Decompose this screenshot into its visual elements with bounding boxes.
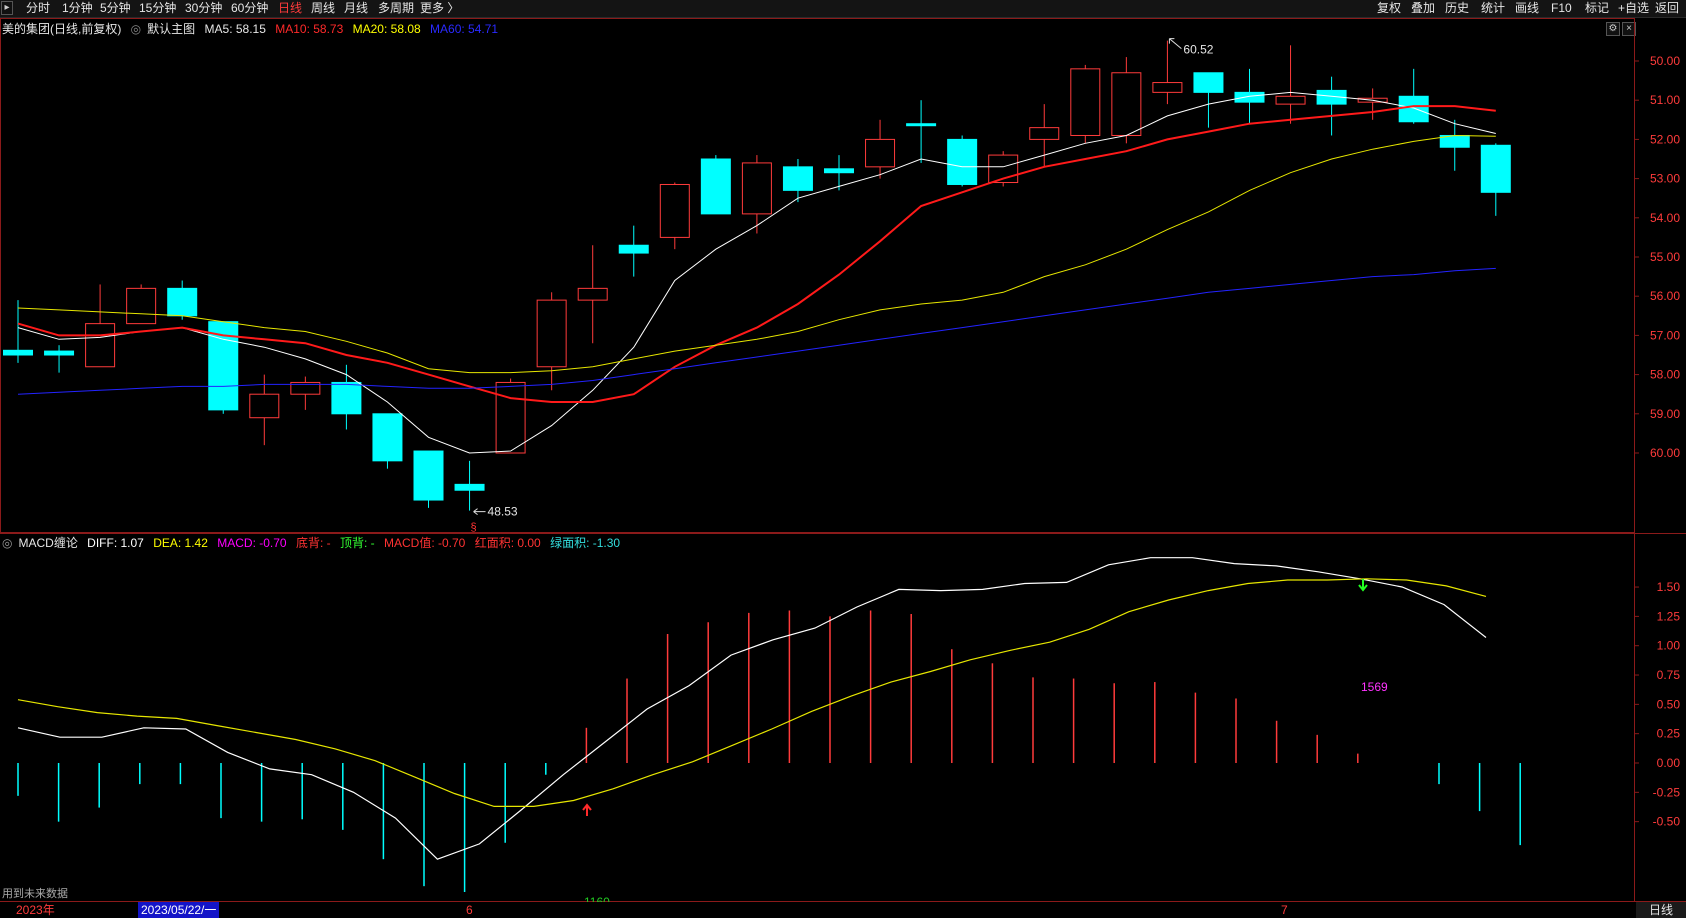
candle-body (331, 381, 362, 415)
macd-tick-label: 1.50 (1657, 580, 1681, 594)
candle-body (906, 123, 937, 127)
macd-tick-label: -0.50 (1653, 815, 1681, 829)
low-price-arrow (473, 508, 486, 516)
macd-tick-label: -0.25 (1653, 785, 1681, 799)
date-axis-bar: 2023年 2023/05/22/一 6 7 日线 (0, 902, 1686, 918)
candle-body (1152, 82, 1183, 93)
candle-body (782, 166, 813, 191)
candle-body (85, 323, 116, 368)
ma-line-ma60 (17, 267, 1496, 395)
candle-body (618, 244, 649, 254)
candle-body (495, 381, 526, 454)
candle-body (824, 168, 854, 174)
price-tick-label: 59.00 (1650, 407, 1680, 421)
candle-body (659, 183, 690, 238)
candle-body (577, 287, 608, 301)
candle-body (44, 350, 75, 356)
macd-tick-label: 0.50 (1657, 697, 1681, 711)
candle-body (741, 162, 772, 215)
candle-body (536, 299, 567, 368)
price-tick-label: 55.00 (1650, 250, 1680, 264)
candle-body (3, 349, 33, 356)
high-price-label: 60.52 (1183, 43, 1213, 57)
candle-body (167, 287, 198, 317)
macd-tick-label: 0.75 (1657, 668, 1681, 682)
macd-count-label-1569: 1569 (1361, 680, 1388, 694)
macd-line-diff (17, 557, 1487, 860)
candle-body (1398, 95, 1429, 123)
ma-line-ma5 (17, 91, 1496, 454)
candle-body (454, 483, 485, 491)
month-label-7: 7 (1281, 903, 1288, 917)
ma-line-ma10 (17, 105, 1496, 403)
golden-cross-arrow (582, 803, 592, 816)
high-price-arrow (1168, 38, 1182, 50)
candle-body (413, 450, 444, 501)
candle-body (1193, 72, 1224, 93)
candle-body (1111, 72, 1142, 136)
price-tick-label: 60.00 (1650, 446, 1680, 460)
candle-body (1029, 127, 1060, 140)
candle-body (249, 393, 280, 419)
price-tick-label: 54.00 (1650, 211, 1680, 225)
price-tick-label: 53.00 (1650, 172, 1680, 186)
price-tick-label: 56.00 (1650, 289, 1680, 303)
candle-body (947, 138, 978, 185)
candle-body (126, 287, 157, 325)
candle-body (865, 138, 896, 168)
period-button[interactable]: 日线 (1636, 902, 1686, 918)
macd-tick-label: 0.25 (1657, 727, 1681, 741)
price-tick-label: 52.00 (1650, 132, 1680, 146)
candle-body (1480, 144, 1511, 193)
year-label: 2023年 (16, 903, 55, 917)
candle-body (700, 158, 731, 215)
stock-chart[interactable]: 60.0059.0058.0057.0056.0055.0054.0053.00… (0, 0, 1686, 918)
month-label-6: 6 (466, 903, 473, 917)
candle-body (1234, 91, 1265, 103)
price-tick-label: 57.00 (1650, 328, 1680, 342)
low-marker: § (471, 522, 477, 534)
macd-tick-label: 0.00 (1657, 756, 1681, 770)
macd-line-dea (17, 578, 1487, 808)
candle-body (1275, 95, 1306, 105)
price-tick-label: 50.00 (1650, 54, 1680, 68)
future-data-note: 用到未来数据 (2, 888, 68, 900)
price-tick-label: 51.00 (1650, 93, 1680, 107)
price-tick-label: 58.00 (1650, 368, 1680, 382)
death-cross-arrow (1358, 579, 1368, 592)
macd-tick-label: 1.00 (1657, 639, 1681, 653)
candle-body (372, 413, 403, 462)
cursor-date-label: 2023/05/22/一 (138, 902, 220, 918)
candle-body (1070, 68, 1101, 136)
macd-tick-label: 1.25 (1657, 609, 1681, 623)
low-price-label: 48.53 (488, 505, 518, 519)
